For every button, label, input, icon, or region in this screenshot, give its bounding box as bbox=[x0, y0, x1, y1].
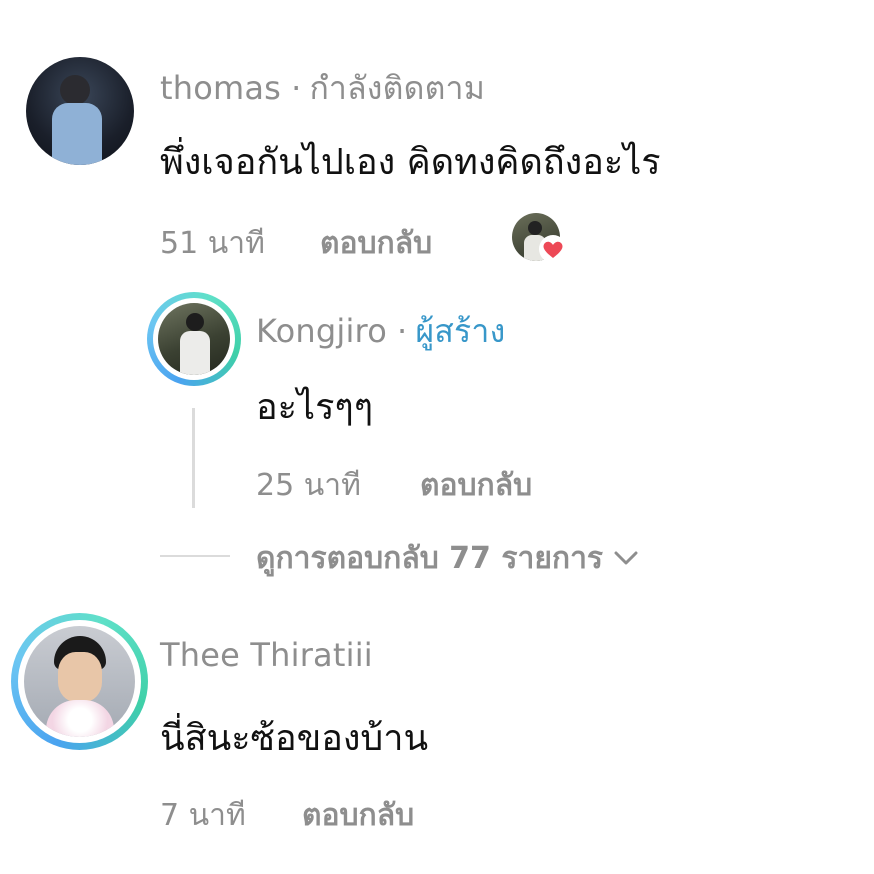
username[interactable]: thomas bbox=[160, 69, 281, 107]
avatar-figure-body bbox=[52, 103, 102, 165]
avatar-garland bbox=[46, 700, 114, 737]
username[interactable]: Thee Thiratiii bbox=[160, 636, 373, 674]
view-replies-label: ดูการตอบกลับ 77 รายการ bbox=[256, 540, 604, 576]
following-status: กำลังติดตาม bbox=[309, 69, 486, 107]
comment-header-thee: Thee Thiratiii bbox=[160, 636, 373, 674]
avatar-thomas[interactable] bbox=[26, 57, 134, 165]
reply-button[interactable]: ตอบกลับ bbox=[420, 462, 532, 509]
reply-button[interactable]: ตอบกลับ bbox=[302, 792, 414, 839]
comment-text: พึ่งเจอกันไปเอง คิดทงคิดถึงอะไร bbox=[160, 142, 661, 183]
avatar-figure bbox=[60, 75, 90, 105]
separator: · bbox=[396, 312, 408, 350]
avatar-figure-body bbox=[180, 331, 210, 375]
comment-time: 51 นาที bbox=[160, 226, 265, 261]
comment-time: 7 นาที bbox=[160, 798, 246, 833]
username[interactable]: Kongjiro bbox=[256, 312, 387, 350]
separator: · bbox=[291, 69, 302, 107]
comment-text: นี่สินะซ้อของบ้าน bbox=[160, 718, 429, 759]
avatar-face bbox=[58, 652, 102, 702]
reply-button[interactable]: ตอบกลับ bbox=[320, 220, 432, 267]
comment-time: 25 นาที bbox=[256, 468, 361, 503]
avatar-thee[interactable] bbox=[24, 626, 135, 737]
chevron-down-icon bbox=[613, 548, 639, 568]
thread-connector bbox=[192, 408, 195, 508]
comment-header-thomas: thomas · กำลังติดตาม bbox=[160, 63, 485, 114]
comment-text: อะไรๆๆ bbox=[256, 387, 374, 428]
avatar-kongjiro[interactable] bbox=[158, 303, 230, 375]
comment-header-kongjiro: Kongjiro · ผู้สร้าง bbox=[256, 306, 505, 357]
creator-badge: ผู้สร้าง bbox=[415, 312, 506, 350]
heart-icon bbox=[538, 234, 568, 264]
avatar-figure bbox=[528, 221, 542, 235]
view-replies-divider bbox=[160, 555, 230, 557]
avatar-figure bbox=[186, 313, 204, 331]
view-replies-button[interactable]: ดูการตอบกลับ 77 รายการ bbox=[256, 536, 639, 580]
